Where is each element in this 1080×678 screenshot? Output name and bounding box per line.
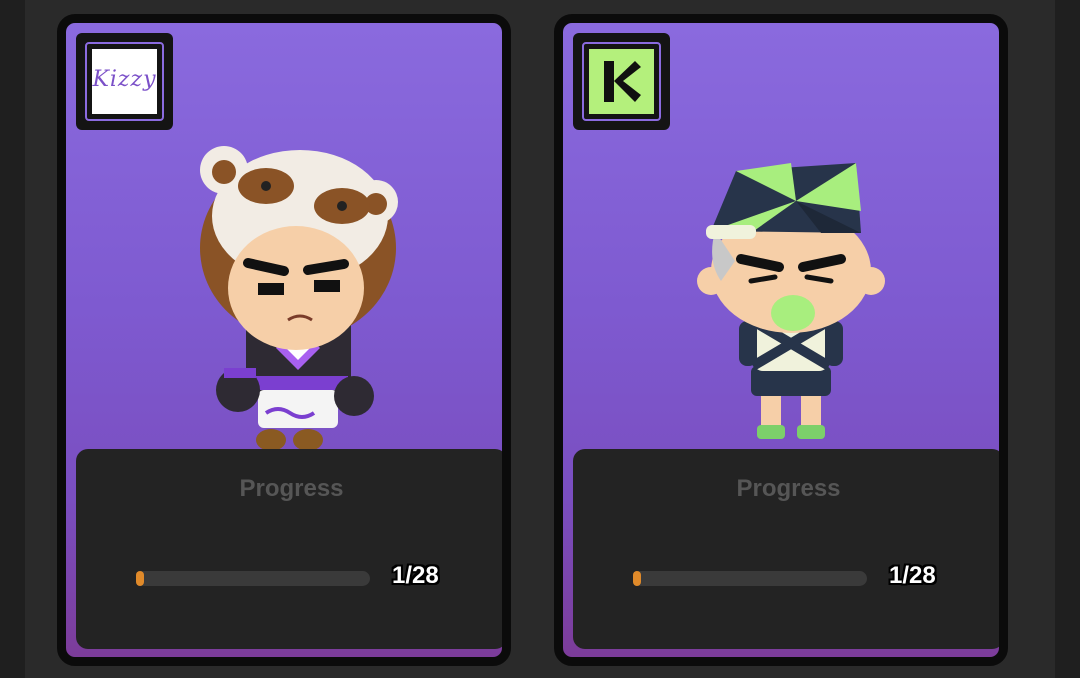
progress-panel: Progress 1/28 (76, 449, 502, 649)
progress-panel: Progress 1/28 (573, 449, 999, 649)
brand-badge (573, 33, 670, 130)
progress-bar-fill (136, 571, 144, 586)
progress-bar-fill (633, 571, 641, 586)
k-logo-glyph-icon (604, 61, 641, 102)
progress-bar (633, 571, 867, 586)
panda-hood-character-icon (200, 146, 398, 451)
k-logo-icon (589, 49, 654, 114)
brand-badge: Kizzy (76, 33, 173, 130)
progress-title: Progress (239, 475, 344, 502)
progress-count: 1/28 (889, 562, 936, 589)
brand-logo-text: Kizzy (92, 67, 157, 92)
progress-bar (136, 571, 370, 586)
green-cap-character-icon (697, 163, 885, 439)
progress-title: Progress (736, 475, 841, 502)
character-card-2[interactable]: Progress 1/28 (554, 14, 1008, 666)
progress-count: 1/28 (392, 562, 439, 589)
kizzy-logo-icon: Kizzy (92, 49, 157, 114)
character-card-1[interactable]: Kizzy Progress 1/28 (57, 14, 511, 666)
